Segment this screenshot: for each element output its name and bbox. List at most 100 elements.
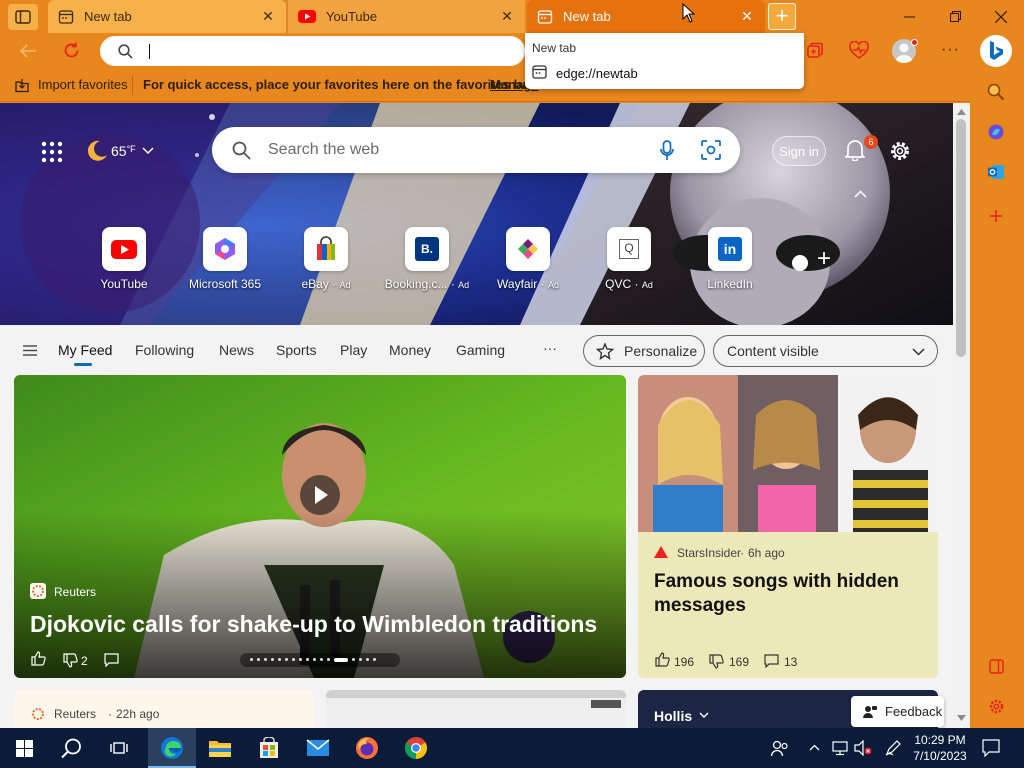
comment-icon[interactable]	[104, 653, 119, 667]
scroll-up-arrow-icon[interactable]	[957, 109, 966, 115]
import-favorites-button[interactable]: Import favorites	[38, 77, 128, 92]
story-time-separator: ·	[740, 546, 744, 560]
back-arrow-icon[interactable]	[19, 43, 37, 59]
minimize-button[interactable]	[886, 0, 932, 33]
thumbs-down-icon[interactable]	[709, 654, 724, 669]
address-suggestions-popup: New tab edge://newtab	[525, 33, 804, 89]
quicklink-qvc[interactable]: Q QVC · Ad	[579, 227, 679, 291]
feed-navigation: My Feed Following News Sports Play Money…	[0, 325, 953, 375]
sidebar-settings-icon[interactable]	[988, 698, 1005, 715]
quicklink-linkedin[interactable]: in LinkedIn	[680, 227, 780, 291]
toolbar: ···	[0, 33, 1012, 69]
refresh-icon[interactable]	[62, 41, 81, 60]
settings-and-more-icon[interactable]: ···	[941, 41, 960, 59]
tab-new-tab-active[interactable]: New tab ✕	[527, 0, 765, 33]
search-sidebar-icon[interactable]	[987, 83, 1005, 101]
network-icon[interactable]	[832, 740, 848, 756]
add-quicklink-button[interactable]: +	[817, 247, 831, 271]
feedback-button[interactable]: Feedback	[851, 696, 944, 727]
comment-icon[interactable]	[764, 654, 779, 668]
page-settings-gear-icon[interactable]	[889, 140, 911, 162]
firefox-icon[interactable]	[355, 736, 379, 760]
taskbar-edge-active[interactable]	[148, 728, 196, 768]
scrollbar-thumb[interactable]	[956, 119, 966, 357]
active-tab-underline	[74, 363, 92, 366]
restore-button[interactable]	[932, 0, 978, 33]
feed-tab-gaming[interactable]: Gaming	[456, 342, 505, 358]
bing-copilot-button[interactable]	[980, 35, 1012, 67]
task-view-icon[interactable]	[110, 740, 128, 756]
windows-start-icon[interactable]	[16, 740, 33, 757]
outlook-sidebar-icon[interactable]	[987, 163, 1005, 181]
story-headline[interactable]: Djokovic calls for shake-up to Wimbledon…	[30, 611, 597, 638]
apps-launcher-button[interactable]	[41, 141, 63, 163]
quicklink-ebay[interactable]: eBay · Ad	[276, 227, 376, 291]
microsoft-store-icon[interactable]	[258, 737, 280, 759]
close-tab-icon[interactable]: ✕	[499, 8, 515, 25]
clock[interactable]: 10:29 PM 7/10/2023	[910, 732, 970, 764]
bottom-story-card-1[interactable]: Reuters · 22h ago	[14, 690, 314, 728]
add-sidebar-app-icon[interactable]	[989, 209, 1003, 223]
quicklink-wayfair[interactable]: Wayfair · Ad	[478, 227, 578, 291]
scroll-down-arrow-icon[interactable]	[957, 715, 966, 721]
quicklink-youtube[interactable]: YouTube	[74, 227, 174, 291]
weather-temp: 65	[111, 143, 127, 159]
quicklink-microsoft-365[interactable]: Microsoft 365	[175, 227, 275, 291]
more-feeds-icon[interactable]: ···	[543, 340, 557, 356]
volume-muted-icon[interactable]	[854, 740, 872, 756]
feed-tab-sports[interactable]: Sports	[276, 342, 316, 358]
booking-icon: B.	[415, 237, 439, 261]
play-video-button[interactable]	[300, 475, 340, 515]
content-visible-dropdown[interactable]: Content visible	[713, 335, 938, 367]
feed-tab-my-feed[interactable]: My Feed	[58, 342, 112, 358]
page-scrollbar[interactable]	[953, 103, 970, 728]
personalize-button[interactable]: Personalize	[583, 335, 705, 367]
story-headline[interactable]: Famous songs with hidden messages	[654, 570, 924, 618]
web-search-box[interactable]: Search the web	[212, 127, 740, 173]
side-story-card[interactable]: StarsInsider · 6h ago Famous songs with …	[638, 375, 938, 678]
address-bar[interactable]	[100, 36, 525, 66]
collapse-quicklinks-chevron-icon[interactable]	[854, 190, 867, 198]
thumbs-up-icon[interactable]	[655, 652, 670, 667]
main-story-card[interactable]: Reuters Djokovic calls for shake-up to W…	[14, 375, 626, 678]
close-tab-icon[interactable]: ✕	[260, 8, 276, 25]
pen-workspace-icon[interactable]	[885, 740, 901, 756]
thumbs-up-icon[interactable]	[31, 651, 46, 666]
quicklink-label: Microsoft 365	[188, 277, 262, 291]
feed-tab-play[interactable]: Play	[340, 342, 367, 358]
close-tab-icon[interactable]: ✕	[739, 8, 755, 25]
tab-new-tab-1[interactable]: New tab ✕	[48, 0, 286, 33]
hamburger-menu-icon[interactable]	[23, 345, 37, 356]
search-icon[interactable]	[61, 738, 82, 759]
bottom-story-card-2[interactable]	[326, 690, 626, 728]
sign-in-button[interactable]: Sign in	[772, 136, 826, 166]
feed-tab-money[interactable]: Money	[389, 342, 431, 358]
close-window-button[interactable]	[978, 0, 1024, 33]
show-hidden-icons-chevron-icon[interactable]	[809, 744, 820, 751]
action-center-icon[interactable]	[982, 739, 1000, 757]
story-image	[326, 690, 626, 728]
microphone-icon[interactable]	[660, 140, 674, 161]
collections-icon[interactable]	[806, 42, 824, 60]
feed-tab-news[interactable]: News	[219, 342, 254, 358]
mail-icon[interactable]	[306, 739, 330, 757]
people-icon[interactable]	[771, 740, 789, 757]
tab-actions-button[interactable]	[8, 4, 38, 30]
thumbs-down-icon[interactable]	[63, 653, 78, 668]
hide-sidebar-icon[interactable]	[989, 659, 1004, 674]
tab-youtube[interactable]: YouTube ✕	[287, 0, 525, 33]
file-explorer-icon[interactable]	[208, 738, 232, 758]
new-tab-button[interactable]: +	[768, 3, 796, 30]
weather-widget[interactable]: 65 °F	[85, 138, 154, 164]
copilot-sidebar-icon[interactable]	[987, 123, 1005, 141]
browser-essentials-icon[interactable]	[849, 41, 869, 60]
quicklink-booking[interactable]: B. Booking.c... · Ad	[377, 227, 477, 291]
card-label: Hollis	[654, 708, 693, 724]
search-icon	[118, 44, 133, 59]
visual-search-icon[interactable]	[701, 140, 721, 160]
feed-tab-following[interactable]: Following	[135, 342, 194, 358]
suggestion-item[interactable]: edge://newtab	[525, 61, 804, 85]
chrome-icon[interactable]	[404, 736, 428, 760]
notifications-button[interactable]: 6	[845, 135, 878, 163]
comment-count: 13	[784, 655, 798, 669]
